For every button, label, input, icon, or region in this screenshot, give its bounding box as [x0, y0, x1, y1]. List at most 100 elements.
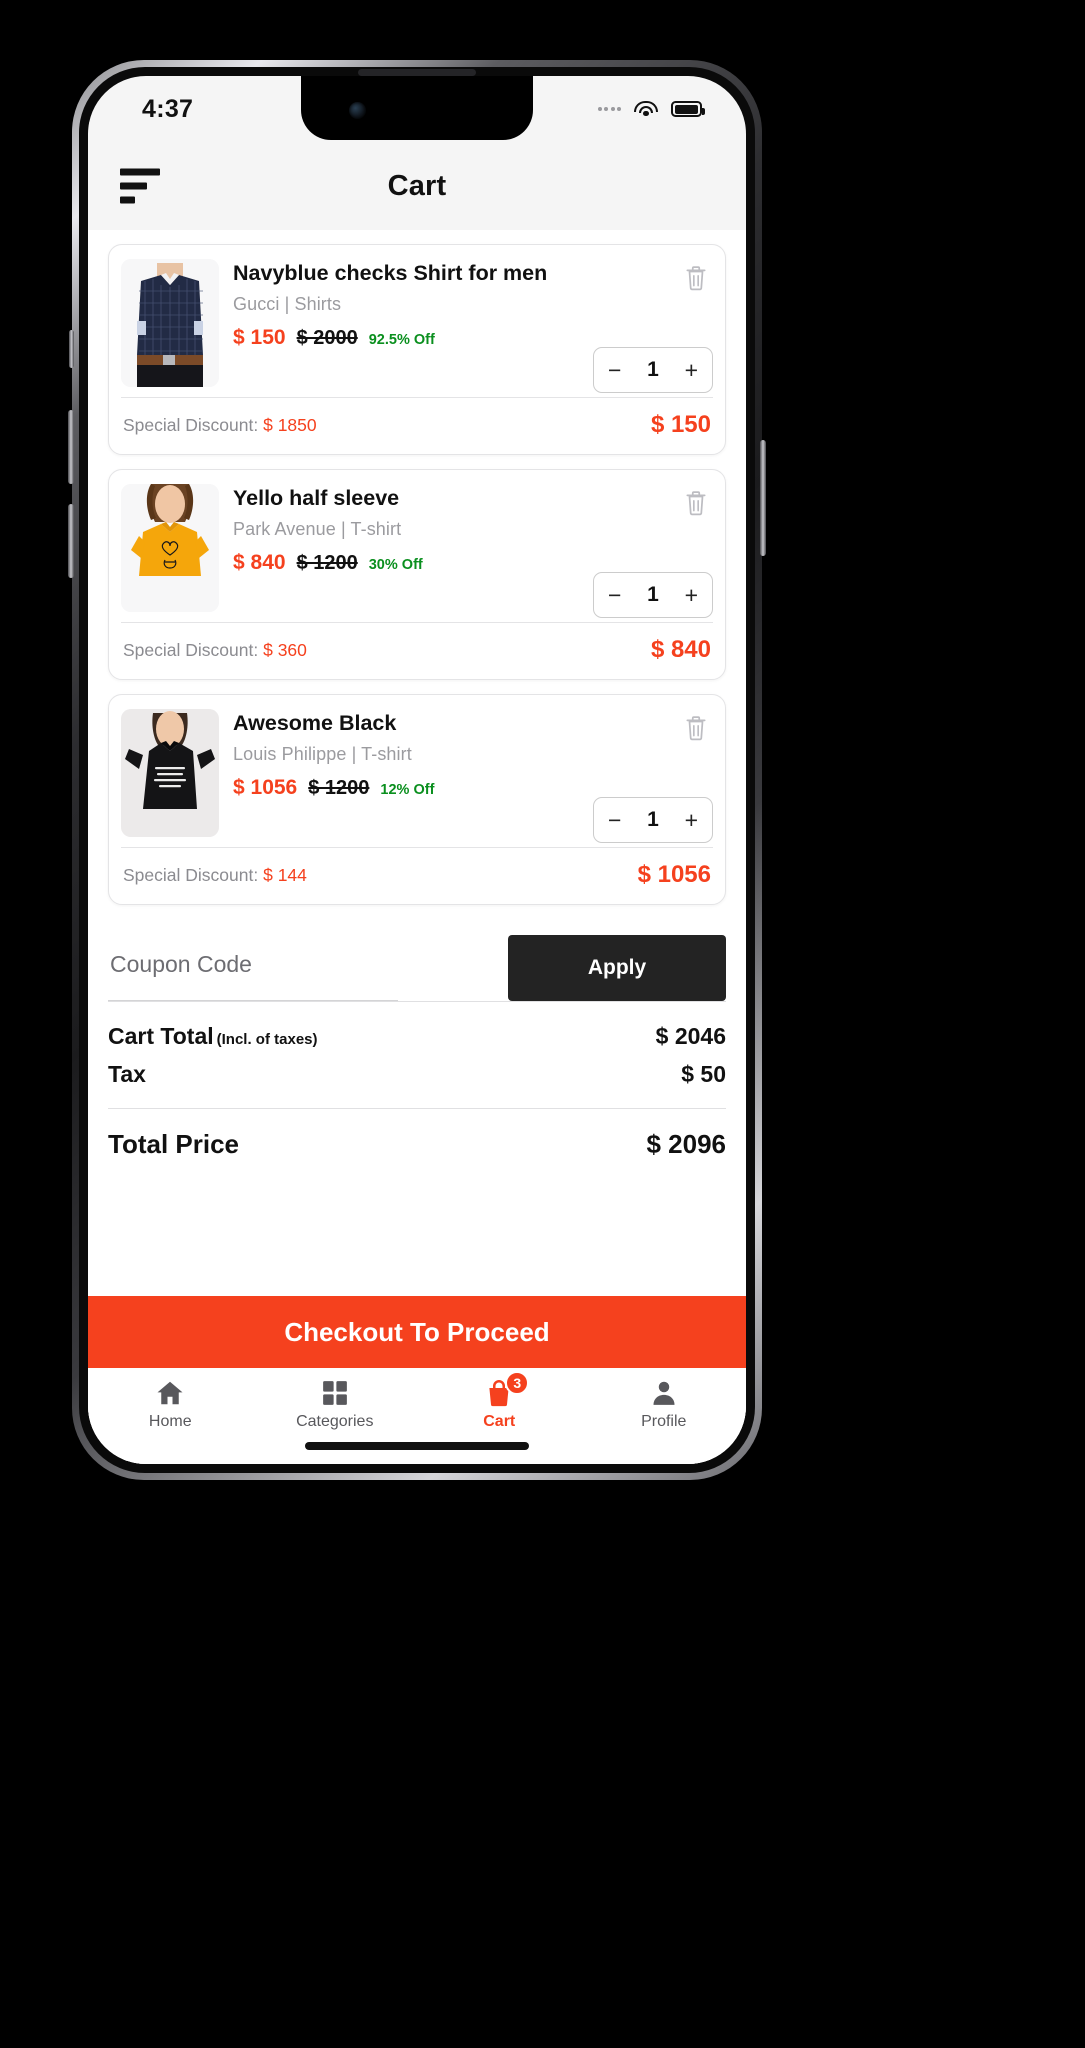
nav-label-cart: Cart — [483, 1413, 516, 1430]
hamburger-menu-icon[interactable] — [120, 168, 160, 204]
trash-icon[interactable] — [683, 713, 709, 743]
current-price: $ 840 — [233, 550, 286, 574]
home-indicator[interactable] — [305, 1442, 529, 1450]
product-image[interactable] — [121, 709, 219, 837]
cart-total-label: Cart Total — [108, 1023, 214, 1049]
cart-item-card[interactable]: Awesome Black Louis Philippe | T-shirt $… — [108, 694, 726, 905]
cart-total-row: Cart Total (Incl. of taxes) $ 2046 — [108, 1002, 726, 1052]
product-title: Awesome Black — [233, 711, 397, 735]
original-price: $ 1200 — [308, 776, 370, 799]
special-discount: Special Discount: $ 144 — [123, 865, 307, 886]
cart-item-footer: Special Discount: $ 144 $ 1056 — [109, 848, 725, 904]
nav-label-profile: Profile — [641, 1413, 687, 1430]
cart-content[interactable]: Navyblue checks Shirt for men Gucci | Sh… — [88, 230, 746, 1464]
signal-dots-icon — [597, 107, 621, 111]
page-title: Cart — [387, 169, 447, 202]
line-total: $ 840 — [650, 636, 711, 663]
cart-badge: 3 — [505, 1371, 530, 1395]
status-icons — [597, 100, 705, 118]
coupon-section: Apply — [88, 905, 746, 1001]
volume-down-button[interactable] — [68, 504, 74, 578]
total-price-row: Total Price $ 2096 — [108, 1109, 726, 1160]
discount-percent: 30% Off — [368, 556, 423, 573]
nav-label-categories: Categories — [296, 1413, 374, 1430]
quantity-value: 1 — [647, 358, 659, 381]
phone-bezel: 4:37 Cart Navyblue checks Shirt for men … — [68, 67, 766, 1473]
nav-item-home[interactable]: Home — [88, 1378, 253, 1431]
nav-item-profile[interactable]: Profile — [582, 1378, 747, 1431]
display-notch — [301, 76, 533, 140]
phone-frame: 4:37 Cart Navyblue checks Shirt for men … — [68, 60, 766, 1480]
product-details: Awesome Black Louis Philippe | T-shirt $… — [233, 709, 713, 843]
silent-switch[interactable] — [69, 330, 74, 368]
quantity-decrease-button[interactable]: − — [608, 808, 621, 832]
product-details: Navyblue checks Shirt for men Gucci | Sh… — [233, 259, 713, 393]
current-price: $ 150 — [233, 325, 286, 349]
total-price-value: $ 2096 — [646, 1129, 726, 1159]
cart-item-footer: Special Discount: $ 1850 $ 150 — [109, 398, 725, 454]
person-icon — [649, 1378, 679, 1408]
original-price: $ 1200 — [296, 551, 358, 574]
cart-item-main: Awesome Black Louis Philippe | T-shirt $… — [109, 695, 725, 847]
product-title: Yello half sleeve — [233, 486, 400, 510]
special-discount-value: $ 144 — [263, 864, 307, 885]
quantity-stepper[interactable]: − 1 + — [593, 797, 713, 843]
cart-item-card[interactable]: Yello half sleeve Park Avenue | T-shirt … — [108, 469, 726, 680]
quantity-decrease-button[interactable]: − — [608, 358, 621, 382]
special-discount-value: $ 360 — [263, 639, 307, 660]
cart-item-main: Navyblue checks Shirt for men Gucci | Sh… — [109, 245, 725, 397]
earpiece-speaker — [358, 69, 476, 76]
cart-item-card[interactable]: Navyblue checks Shirt for men Gucci | Sh… — [108, 244, 726, 455]
trash-icon[interactable] — [683, 488, 709, 518]
volume-up-button[interactable] — [68, 410, 74, 484]
quantity-stepper[interactable]: − 1 + — [593, 347, 713, 393]
line-total: $ 1056 — [637, 861, 711, 888]
app-header: Cart — [88, 142, 746, 230]
quantity-stepper[interactable]: − 1 + — [593, 572, 713, 618]
apply-coupon-button[interactable]: Apply — [508, 935, 726, 1001]
trash-icon[interactable] — [683, 263, 709, 293]
battery-icon — [671, 101, 705, 117]
front-camera-icon — [349, 102, 366, 119]
product-details: Yello half sleeve Park Avenue | T-shirt … — [233, 484, 713, 618]
product-brand-category: Louis Philippe | T-shirt — [233, 743, 412, 764]
product-title: Navyblue checks Shirt for men — [233, 261, 548, 285]
status-time: 4:37 — [142, 94, 194, 123]
quantity-increase-button[interactable]: + — [685, 583, 698, 607]
checkout-button[interactable]: Checkout To Proceed — [88, 1296, 746, 1368]
product-brand-category: Gucci | Shirts — [233, 293, 342, 314]
quantity-increase-button[interactable]: + — [685, 358, 698, 382]
power-button[interactable] — [760, 440, 766, 556]
tax-value: $ 50 — [681, 1061, 726, 1087]
special-discount: Special Discount: $ 1850 — [123, 415, 317, 436]
product-image[interactable] — [121, 259, 219, 387]
quantity-value: 1 — [647, 583, 659, 606]
home-icon — [155, 1378, 185, 1408]
cart-total-label-group: Cart Total (Incl. of taxes) — [108, 1023, 318, 1050]
cart-total-value: $ 2046 — [655, 1023, 726, 1049]
nav-label-home: Home — [148, 1413, 192, 1430]
quantity-increase-button[interactable]: + — [685, 808, 698, 832]
cart-total-note: (Incl. of taxes) — [216, 1031, 318, 1048]
phone-screen: 4:37 Cart Navyblue checks Shirt for men … — [88, 76, 746, 1464]
special-discount-label: Special Discount: — [123, 414, 259, 435]
total-price-label: Total Price — [108, 1129, 240, 1159]
cart-item-main: Yello half sleeve Park Avenue | T-shirt … — [109, 470, 725, 622]
original-price: $ 2000 — [296, 326, 358, 349]
product-image[interactable] — [121, 484, 219, 612]
product-brand-category: Park Avenue | T-shirt — [233, 518, 402, 539]
line-total: $ 150 — [650, 411, 711, 438]
special-discount-label: Special Discount: — [123, 864, 259, 885]
discount-percent: 92.5% Off — [368, 331, 435, 348]
discount-percent: 12% Off — [380, 781, 435, 798]
coupon-code-input[interactable] — [108, 947, 398, 1001]
quantity-decrease-button[interactable]: − — [608, 583, 621, 607]
nav-item-categories[interactable]: Categories — [253, 1378, 418, 1431]
nav-item-cart[interactable]: 3 Cart — [417, 1371, 582, 1431]
tax-row: Tax $ 50 — [108, 1052, 726, 1108]
current-price: $ 1056 — [233, 775, 298, 799]
special-discount-label: Special Discount: — [123, 639, 259, 660]
order-summary: Cart Total (Incl. of taxes) $ 2046 Tax $ … — [88, 1001, 746, 1160]
grid-icon — [320, 1378, 350, 1408]
cart-item-footer: Special Discount: $ 360 $ 840 — [109, 623, 725, 679]
